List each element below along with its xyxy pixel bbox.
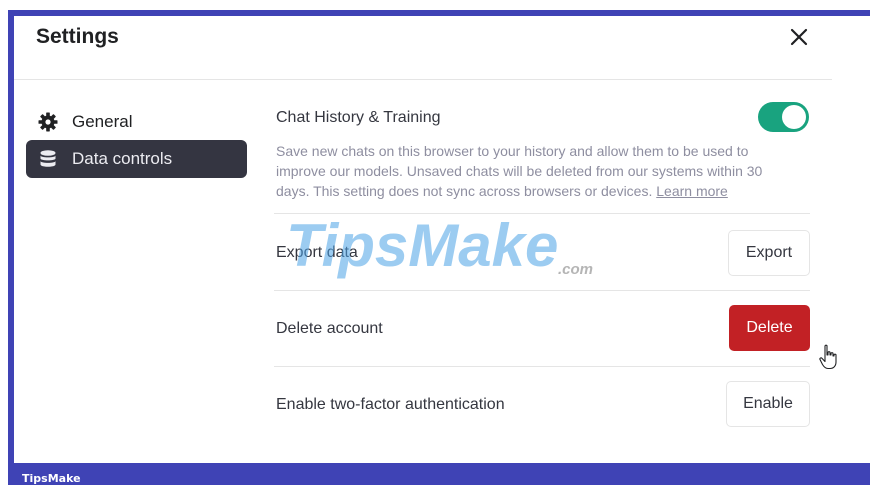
database-icon xyxy=(38,149,58,169)
divider xyxy=(274,290,810,291)
divider xyxy=(274,213,810,214)
learn-more-link[interactable]: Learn more xyxy=(656,183,728,199)
export-label: Export data xyxy=(276,244,358,261)
divider xyxy=(274,366,810,367)
export-button[interactable]: Export xyxy=(728,230,810,276)
sidebar-item-label: Data controls xyxy=(72,149,173,168)
two-factor-label: Enable two-factor authentication xyxy=(276,396,505,413)
footer-bar: TipsMake xyxy=(8,463,870,485)
chat-history-description: Save new chats on this browser to your h… xyxy=(276,141,796,201)
delete-button[interactable]: Delete xyxy=(729,305,810,351)
toggle-knob xyxy=(782,105,806,129)
delete-account-label: Delete account xyxy=(276,320,383,337)
footer-brand: TipsMake xyxy=(22,472,81,485)
dialog-title: Settings xyxy=(36,25,119,48)
enable-button[interactable]: Enable xyxy=(726,381,810,427)
settings-dialog: Settings General Data controls Chat Hist… xyxy=(14,16,870,463)
sidebar-item-general[interactable]: General xyxy=(26,103,247,141)
dialog-header: Settings xyxy=(14,16,832,80)
sidebar-item-label: General xyxy=(72,112,133,131)
chat-history-label: Chat History & Training xyxy=(276,109,441,126)
gear-icon xyxy=(38,112,58,132)
hand-pointer-icon xyxy=(818,344,840,370)
chat-history-toggle[interactable] xyxy=(758,102,809,132)
sidebar-item-data-controls[interactable]: Data controls xyxy=(26,140,247,178)
close-icon[interactable] xyxy=(786,24,812,50)
